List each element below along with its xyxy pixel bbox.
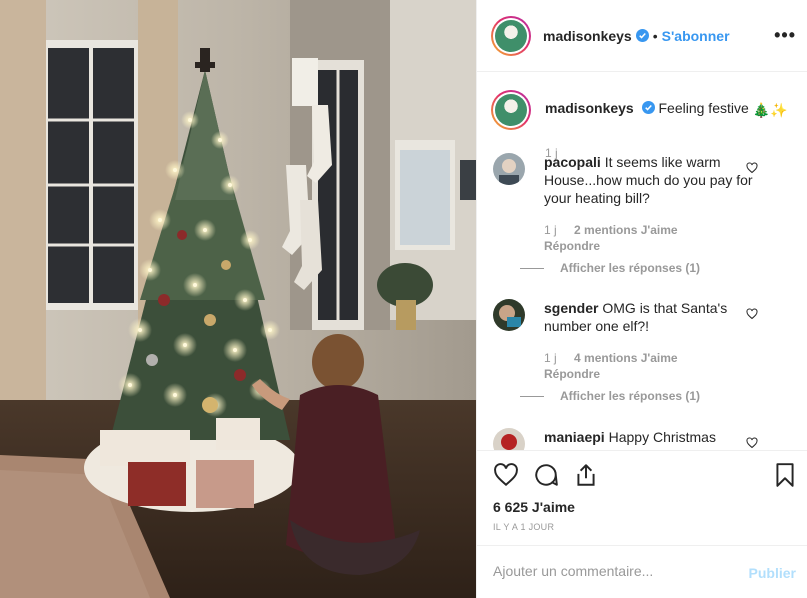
post-actions: 6 625 J'aime IL Y A 1 JOUR — [477, 450, 807, 545]
share-icon[interactable] — [573, 462, 599, 488]
comment-username[interactable]: maniaepi — [544, 429, 605, 445]
comment-like-heart-icon[interactable] — [746, 162, 758, 174]
commenter-avatar[interactable] — [493, 153, 525, 185]
post-date[interactable]: IL Y A 1 JOUR — [493, 522, 554, 532]
comment-meta: 1 j 2 mentions J'aime — [544, 223, 692, 237]
view-replies-button[interactable]: Afficher les réponses (1) — [520, 389, 700, 403]
reply-button[interactable]: Répondre — [544, 239, 600, 253]
caption-text-block: madisonkeys Feeling festive 🎄✨ — [545, 99, 795, 119]
caption-username[interactable]: madisonkeys — [545, 100, 634, 116]
view-replies-button[interactable]: Afficher les réponses (1) — [520, 261, 700, 275]
replies-divider — [520, 395, 544, 397]
comment-time[interactable]: 1 j — [544, 351, 557, 365]
post-header: madisonkeys • S'abonner ••• — [477, 0, 807, 72]
comment-likes[interactable]: 4 mentions J'aime — [574, 351, 678, 365]
author-username[interactable]: madisonkeys — [543, 28, 632, 44]
commenter-avatar[interactable] — [493, 428, 525, 450]
heart-icon[interactable] — [493, 462, 519, 488]
header-separator: • — [652, 27, 658, 44]
comment-username[interactable]: pacopali — [544, 154, 601, 170]
verified-badge-icon — [641, 101, 655, 114]
author-avatar[interactable] — [491, 15, 531, 56]
caption-avatar[interactable] — [491, 90, 531, 130]
comment-text-block: sgender OMG is that Santa's number one e… — [544, 299, 762, 335]
comment-time[interactable]: 1 j — [544, 223, 557, 237]
likes-count[interactable]: 6 625 J'aime — [493, 499, 575, 515]
christmas-tree-photo — [0, 0, 476, 598]
caption-text: Feeling festive — [658, 100, 749, 116]
reply-button[interactable]: Répondre — [544, 367, 600, 381]
comment-meta: 1 j 4 mentions J'aime — [544, 351, 692, 365]
commenter-avatar[interactable] — [493, 299, 525, 331]
follow-button[interactable]: S'abonner — [662, 28, 730, 44]
comments-list[interactable]: madisonkeys Feeling festive 🎄✨ 1 j pacop… — [477, 72, 807, 450]
comment-like-heart-icon[interactable] — [746, 308, 758, 320]
replies-divider — [520, 267, 544, 269]
comment-likes[interactable]: 2 mentions J'aime — [574, 223, 678, 237]
add-comment-bar: Publier — [477, 545, 807, 598]
comment-text: Happy Christmas — [608, 429, 716, 445]
view-replies-label: Afficher les réponses (1) — [560, 261, 701, 275]
caption-emoji: 🎄✨ — [752, 102, 788, 118]
verified-badge-icon — [635, 29, 649, 42]
comment-text-block: maniaepi Happy Christmas — [544, 428, 762, 446]
post-photo[interactable] — [0, 0, 476, 598]
comment-like-heart-icon[interactable] — [746, 437, 758, 449]
comment-text-block: pacopali It seems like warm House...how … — [544, 153, 762, 207]
bookmark-icon[interactable] — [772, 462, 798, 488]
comment-icon[interactable] — [533, 462, 559, 488]
comment-input[interactable] — [493, 563, 733, 579]
comment-username[interactable]: sgender — [544, 300, 598, 316]
publish-button[interactable]: Publier — [749, 565, 796, 581]
instagram-post: madisonkeys • S'abonner ••• madisonkeys — [0, 0, 807, 598]
more-options-icon[interactable]: ••• — [774, 26, 796, 44]
view-replies-label: Afficher les réponses (1) — [560, 389, 701, 403]
post-details-panel: madisonkeys • S'abonner ••• madisonkeys — [476, 0, 807, 598]
